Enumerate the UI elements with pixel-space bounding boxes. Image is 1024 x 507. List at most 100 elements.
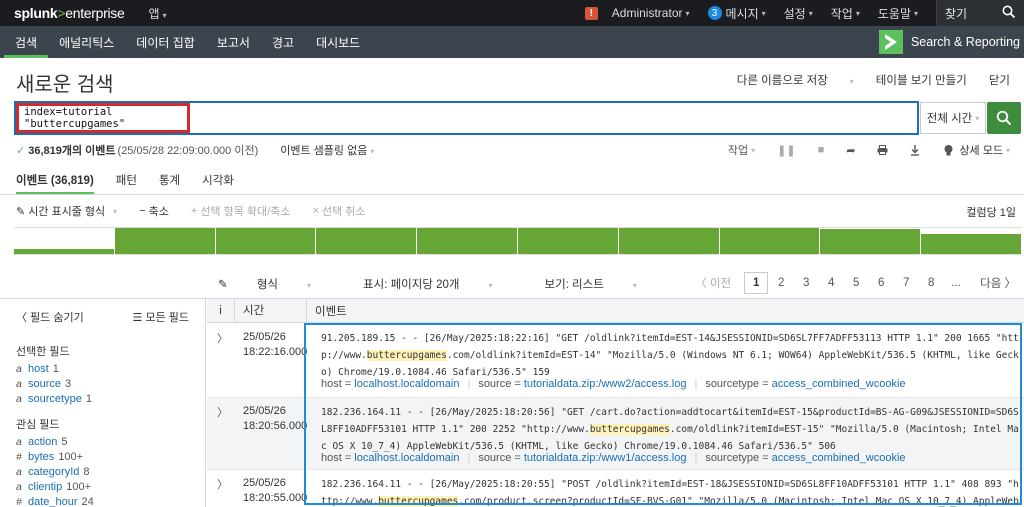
app-chevron-icon: [878, 30, 903, 54]
zoom-selection-button[interactable]: + 선택 항목 확대/축소: [191, 203, 291, 219]
stop-icon[interactable]: ■: [818, 144, 825, 156]
expand-row-icon[interactable]: 〉: [217, 404, 228, 420]
splunk-logo[interactable]: splunk>enterprise: [14, 5, 125, 21]
histogram-bar[interactable]: [618, 228, 720, 254]
print-icon[interactable]: [877, 145, 888, 155]
page-5-button[interactable]: 5: [844, 272, 868, 294]
pause-icon[interactable]: ❚❚: [777, 144, 795, 157]
page-8-button[interactable]: 8: [919, 272, 943, 294]
all-fields-button[interactable]: ☰ 모든 필드: [133, 309, 189, 325]
close-button[interactable]: 닫기: [989, 72, 1010, 88]
nav-dashboards[interactable]: 대시보드: [305, 26, 371, 58]
nav-search[interactable]: 검색: [4, 26, 49, 58]
time-range-picker[interactable]: 전체 시간 ▾: [920, 102, 986, 134]
search-term-highlight[interactable]: buttercupgames: [589, 424, 670, 435]
prev-page-button[interactable]: 〈 이전: [695, 275, 731, 291]
field-sourcetype[interactable]: a sourcetype 1: [16, 391, 205, 406]
tab-statistics[interactable]: 통계: [159, 168, 180, 194]
search-term-highlight[interactable]: buttercupgames: [378, 496, 459, 507]
nav-analytics[interactable]: 애널리틱스: [48, 26, 125, 58]
field-clientip[interactable]: a clientip 100+: [16, 479, 205, 494]
histogram-bar[interactable]: [215, 228, 317, 254]
histogram-bar[interactable]: [820, 229, 922, 254]
page-3-button[interactable]: 3: [794, 272, 818, 294]
expand-row-icon[interactable]: 〉: [217, 330, 228, 346]
field-source[interactable]: a source 3: [16, 376, 205, 391]
field-action[interactable]: a action 5: [16, 434, 205, 449]
host-value[interactable]: localhost.localdomain: [354, 378, 459, 390]
histogram-bar[interactable]: [114, 228, 216, 254]
sourcetype-value[interactable]: access_combined_wcookie: [772, 378, 906, 390]
field-categoryid[interactable]: a categoryId 8: [16, 464, 205, 479]
page-7-button[interactable]: 7: [894, 272, 918, 294]
page-ellipsis: ...: [951, 277, 961, 289]
settings-menu[interactable]: 설정 ▾: [784, 5, 813, 22]
share-icon[interactable]: ➦: [846, 144, 855, 157]
caret-down-icon: ▾: [685, 8, 690, 18]
results-table-header: i 시간 이벤트: [207, 298, 1024, 323]
event-column-header: 이벤트: [315, 305, 347, 318]
histogram-bar[interactable]: [719, 228, 821, 254]
next-page-button[interactable]: 다음 〉: [980, 275, 1016, 291]
histogram-bar[interactable]: [417, 228, 518, 254]
event-time[interactable]: 25/05/26 18:22:16.000: [243, 330, 307, 360]
host-value[interactable]: localhost.localdomain: [354, 452, 459, 464]
sampling-menu[interactable]: 이벤트 샘플링 없음 ▾: [280, 142, 374, 158]
search-icon[interactable]: [1002, 5, 1016, 22]
info-column-header: i: [207, 298, 235, 323]
histogram-bar[interactable]: [921, 233, 1022, 254]
tab-events[interactable]: 이벤트 (36,819): [16, 168, 94, 195]
messages-menu[interactable]: 3 메시지 ▾: [707, 5, 766, 22]
search-bar[interactable]: index=tutorial "buttercupgames": [14, 101, 919, 135]
export-icon[interactable]: [910, 144, 920, 156]
save-as-menu[interactable]: 다른 이름으로 저장 ▾: [715, 72, 854, 88]
page-2-button[interactable]: 2: [769, 272, 793, 294]
search-button[interactable]: [987, 102, 1021, 134]
page-6-button[interactable]: 6: [869, 272, 893, 294]
app-brand[interactable]: Search & Reporting: [878, 30, 1020, 54]
histogram-bar[interactable]: [316, 228, 418, 254]
page-size-menu[interactable]: 표시: 페이지당 20개 ▾: [363, 276, 518, 292]
find-input[interactable]: 찾기: [936, 0, 1024, 26]
histogram-bar[interactable]: [14, 249, 115, 254]
caret-down-icon: ▾: [488, 281, 493, 290]
zoom-out-button[interactable]: − 축소: [139, 203, 169, 219]
view-menu[interactable]: 보기: 리스트 ▾: [544, 276, 662, 292]
field-host[interactable]: a host 1: [16, 361, 205, 376]
event-time[interactable]: 25/05/26 18:20:55.000: [243, 476, 307, 506]
caret-down-icon: ▾: [855, 8, 860, 18]
search-query-input[interactable]: index=tutorial "buttercupgames": [16, 103, 190, 133]
page-1-button[interactable]: 1: [744, 272, 769, 294]
tab-visualization[interactable]: 시각화: [202, 168, 234, 194]
page-4-button[interactable]: 4: [819, 272, 843, 294]
search-mode-menu[interactable]: 상세 모드 ▾: [942, 142, 1010, 158]
create-table-view-button[interactable]: 테이블 보기 만들기: [876, 72, 967, 88]
timeline-scale: 컬럼당 1일: [966, 207, 1016, 219]
expand-row-icon[interactable]: 〉: [217, 476, 228, 492]
tab-patterns[interactable]: 패턴: [116, 168, 137, 194]
nav-datasets[interactable]: 데이터 집합: [125, 26, 206, 58]
format-menu[interactable]: ✎ 형식 ▾: [218, 276, 337, 292]
histogram-bar[interactable]: [518, 228, 619, 254]
activity-menu[interactable]: 작업 ▾: [831, 5, 860, 22]
search-term-highlight[interactable]: buttercupgames: [366, 350, 447, 361]
alert-icon[interactable]: !: [584, 6, 598, 20]
app-menu[interactable]: 앱 ▾: [148, 5, 166, 22]
nav-reports[interactable]: 보고서: [206, 26, 261, 58]
timeline-histogram[interactable]: [14, 227, 1022, 255]
event-time[interactable]: 25/05/26 18:20:56.000: [243, 404, 307, 434]
nav-alerts[interactable]: 경고: [261, 26, 305, 58]
deselect-button[interactable]: × 선택 취소: [312, 203, 365, 219]
source-value[interactable]: tutorialdata.zip:/www2/access.log: [524, 378, 687, 390]
field-bytes[interactable]: # bytes 100+: [16, 449, 205, 464]
field-date-hour[interactable]: # date_hour 24: [16, 494, 205, 507]
caret-down-icon: ▾: [913, 8, 918, 18]
user-menu[interactable]: Administrator ▾: [612, 6, 690, 20]
sourcetype-value[interactable]: access_combined_wcookie: [772, 452, 906, 464]
source-value[interactable]: tutorialdata.zip:/www1/access.log: [524, 452, 687, 464]
time-column-header[interactable]: 시간: [235, 298, 307, 323]
help-menu[interactable]: 도움말 ▾: [878, 5, 918, 22]
job-menu[interactable]: 작업 ▾: [728, 142, 755, 158]
timeline-format-menu[interactable]: ✎ 시간 표시줄 형식 ▾: [16, 203, 117, 219]
hide-fields-button[interactable]: 〈 필드 숨기기: [16, 309, 84, 325]
